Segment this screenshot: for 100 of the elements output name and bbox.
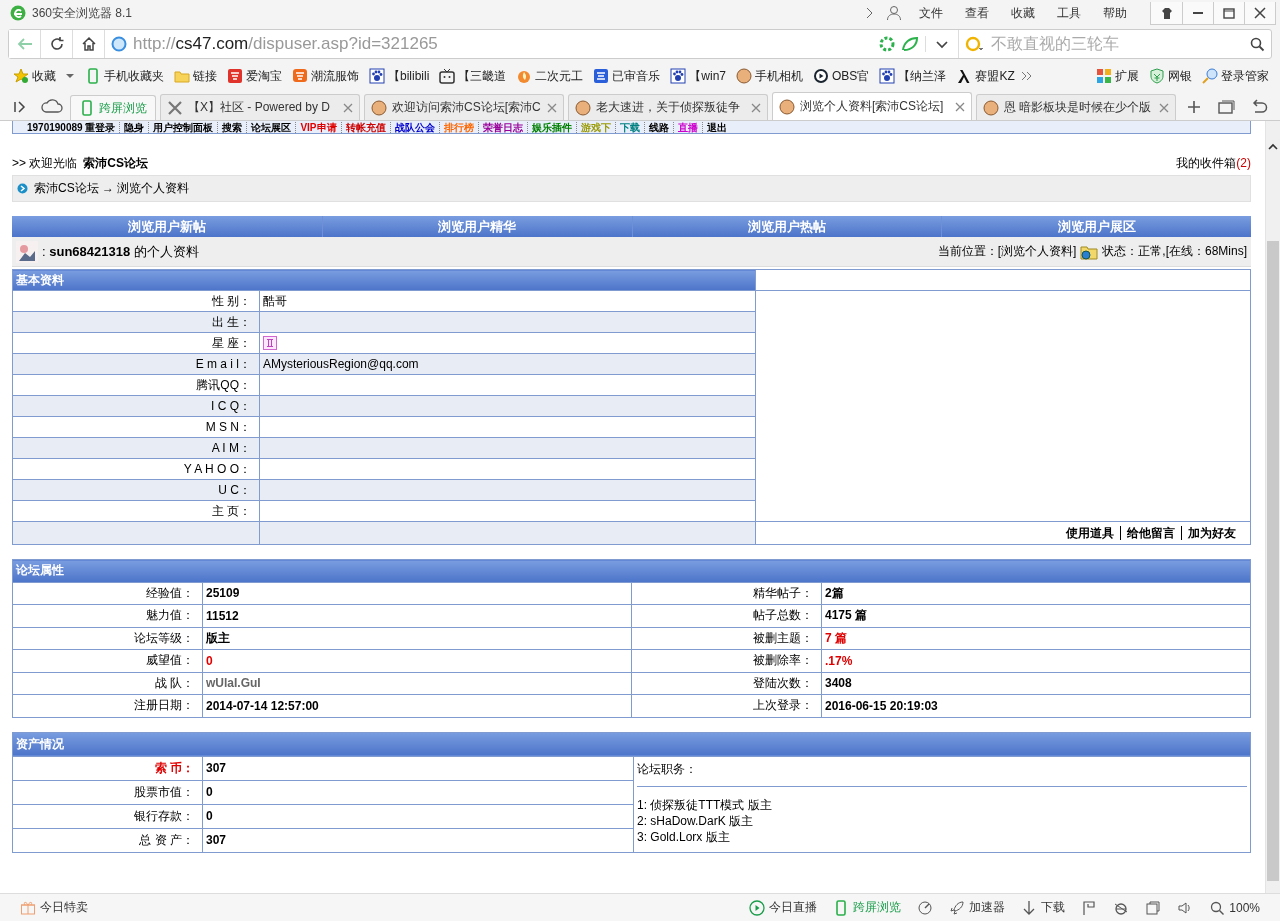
bookmark-item[interactable]: 【bilibili xyxy=(364,67,435,85)
action-link[interactable]: 给他留言 xyxy=(1120,526,1181,540)
nav-link[interactable]: 战队公会 xyxy=(389,121,439,133)
skin-button[interactable] xyxy=(1151,1,1182,24)
menu-item[interactable]: 帮助 xyxy=(1092,4,1138,22)
phone-icon xyxy=(85,68,101,84)
menu-item[interactable]: 查看 xyxy=(954,4,1000,22)
bookmark-item[interactable]: 潮流服饰 xyxy=(287,67,364,85)
bookmark-item[interactable]: OBS官 xyxy=(808,67,875,85)
browser-logo xyxy=(10,5,26,21)
inbox-link[interactable]: 我的收件箱(2) xyxy=(1176,155,1251,172)
nav-link[interactable]: 隐身 xyxy=(119,121,149,133)
minimize-icon xyxy=(1193,11,1203,14)
field-label: 精华帖子： xyxy=(631,582,822,605)
close-icon[interactable] xyxy=(343,102,353,113)
duty-item: 3: Gold.Lorx 版主 xyxy=(637,829,730,844)
close-button[interactable] xyxy=(1244,1,1275,24)
browser-tab[interactable]: 恩 暗影板块是时候在少个版 xyxy=(976,94,1176,120)
action-link[interactable]: 加为好友 xyxy=(1181,526,1242,540)
reload-icon xyxy=(48,36,65,52)
field-label: 魅力值： xyxy=(12,604,203,627)
bookmark-item[interactable]: 二次元工 xyxy=(511,67,589,85)
field-label: A I M： xyxy=(12,437,260,459)
field-label: 威望值： xyxy=(12,649,203,672)
nav-link[interactable]: 1970190089 重登录 xyxy=(23,121,120,133)
deal-link[interactable]: 今日特卖 xyxy=(12,899,96,916)
chevron-icon[interactable] xyxy=(864,6,874,20)
location-text: 当前位置：[浏览个人资料] xyxy=(937,243,1077,260)
close-icon[interactable] xyxy=(955,101,965,112)
online-status-icon xyxy=(1080,243,1099,260)
play-icon xyxy=(813,68,830,84)
close-icon[interactable] xyxy=(547,102,557,113)
nav-link[interactable]: 论坛展区 xyxy=(246,121,296,133)
nav-link[interactable]: 娱乐插件 xyxy=(526,121,576,133)
nav-link[interactable]: 直播 xyxy=(672,121,702,133)
status-item[interactable]: 100% xyxy=(1201,899,1268,916)
bookmark-item[interactable]: 【win7 xyxy=(665,67,732,85)
close-icon[interactable] xyxy=(751,102,761,113)
field-value: 7 篇 xyxy=(825,630,847,645)
status-item[interactable]: 下载 xyxy=(1013,899,1074,916)
browser-tab[interactable]: 浏览个人资料[索沛CS论坛] xyxy=(772,92,972,120)
breadcrumb[interactable]: 索沛CS论坛 → 浏览个人资料 xyxy=(34,180,190,197)
nav-link[interactable]: 用户控制面板 xyxy=(148,121,218,133)
close-icon xyxy=(1252,4,1268,21)
toolbar-item[interactable]: 网银 xyxy=(1144,67,1197,85)
user-icon[interactable] xyxy=(886,5,902,21)
toolbar-item[interactable]: 登录管家 xyxy=(1197,67,1274,85)
field-label: 登陆次数： xyxy=(631,672,822,695)
url-text[interactable]: http://cs47.com/dispuser.asp?id=321265 xyxy=(133,34,438,54)
nav-link[interactable]: 搜索 xyxy=(217,121,247,133)
window-icon xyxy=(1145,899,1162,916)
menu-item[interactable]: 收藏 xyxy=(1000,4,1046,22)
nav-link[interactable]: VIP申请 xyxy=(295,121,341,133)
cross-screen-button[interactable]: 跨屏浏览 xyxy=(70,95,156,120)
bookmark-item[interactable]: 【纳兰泽 xyxy=(874,67,952,85)
browser-tab[interactable]: 老大速进，关于侦探叛徒争 xyxy=(568,94,768,120)
leaf-icon[interactable] xyxy=(901,36,919,52)
scrollbar[interactable] xyxy=(1265,121,1280,893)
bookmark-item[interactable]: 收藏 xyxy=(8,67,80,85)
section-header: 基本资料 xyxy=(12,269,756,291)
field-value: 酷哥 xyxy=(263,293,287,308)
star-icon xyxy=(13,68,29,84)
bookmark-item[interactable]: 手机收藏夹 xyxy=(80,67,169,85)
menu-item[interactable]: 工具 xyxy=(1046,4,1092,22)
flag-icon xyxy=(1081,899,1098,916)
paw-icon xyxy=(670,68,687,84)
field-label: M S N： xyxy=(12,416,260,438)
avatar-icon xyxy=(16,240,38,263)
menu-item[interactable]: 文件 xyxy=(908,4,954,22)
nav-link[interactable]: 退出 xyxy=(701,121,731,133)
nav-link[interactable]: 转帐充值 xyxy=(340,121,390,133)
bookmark-item[interactable]: 【三畿道 xyxy=(434,67,512,85)
action-link[interactable]: 使用道具 xyxy=(1060,526,1120,540)
window-title: 360安全浏览器 8.1 xyxy=(32,4,133,22)
bookmark-item[interactable]: 已审音乐 xyxy=(588,67,666,85)
field-value: 25109 xyxy=(206,586,240,601)
search-icon[interactable] xyxy=(1249,36,1265,52)
browser-tab[interactable]: 【X】社区 - Powered by D xyxy=(160,94,360,120)
field-value: .17% xyxy=(825,653,853,668)
nav-link[interactable]: 下载 xyxy=(614,121,644,133)
close-icon[interactable] xyxy=(1159,102,1169,113)
more-icon[interactable] xyxy=(1019,70,1034,82)
bookmark-item[interactable]: 赛盟KZ xyxy=(951,67,1020,85)
avatar-icon xyxy=(575,99,591,116)
field-label: 主 页： xyxy=(12,500,260,522)
search-field[interactable]: 不敢直视的三轮车 xyxy=(989,34,1245,54)
speed-icon[interactable] xyxy=(879,36,895,52)
bookmark-item[interactable]: 链接 xyxy=(169,67,222,85)
browser-tab[interactable]: 欢迎访问索沛CS论坛[索沛C xyxy=(364,94,564,120)
toolbar-item[interactable]: 扩展 xyxy=(1091,67,1144,85)
section-header: 论坛属性 xyxy=(12,559,1251,582)
nav-link[interactable]: 线路 xyxy=(643,121,673,133)
bookmark-item[interactable]: 手机相机 xyxy=(731,67,809,85)
minimize-button[interactable] xyxy=(1182,1,1213,24)
status-item[interactable]: 加速器 xyxy=(941,899,1014,916)
maximize-button[interactable] xyxy=(1213,1,1244,24)
field-value: 307 xyxy=(206,833,227,847)
status-item[interactable]: 今日直播 xyxy=(741,899,826,916)
bookmark-item[interactable]: 爱淘宝 xyxy=(222,67,287,85)
nav-link[interactable]: 荣誉日志 xyxy=(477,121,527,133)
